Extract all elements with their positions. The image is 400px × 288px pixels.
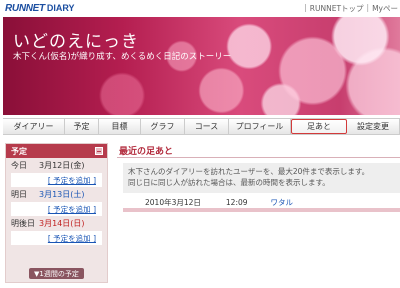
- add-schedule-link[interactable]: [ 予定を追加 ]: [48, 233, 96, 244]
- footprint-row: 2010年3月12日 12:09 ワタル: [123, 196, 400, 212]
- day-label: 明後日: [11, 219, 35, 228]
- day-date: 3月13日(土): [39, 190, 85, 199]
- schedule-day-box: [ 予定を追加 ]: [11, 231, 102, 245]
- footprints-info: 木下さんのダイアリーを訪れたユーザーを、最大20件まで表示します。 同じ日に同じ…: [123, 163, 400, 193]
- diary-subtitle: 木下くん(仮名)が織り成す、めくるめく日記のストーリー: [13, 52, 232, 62]
- schedule-day-tomorrow: 明日 3月13日(土): [6, 187, 107, 202]
- main-nav: ダイアリー 予定 目標 グラフ コース プロフィール 足あと 設定変更: [3, 118, 400, 135]
- schedule-day-box: [ 予定を追加 ]: [11, 202, 102, 216]
- schedule-panel-title: 予定: [11, 147, 27, 156]
- add-schedule-link[interactable]: [ 予定を追加 ]: [48, 175, 96, 186]
- visitor-link[interactable]: ワタル: [271, 197, 294, 208]
- tab-diary[interactable]: ダイアリー: [3, 119, 65, 134]
- runnet-top-link[interactable]: RUNNETトップ: [310, 3, 364, 14]
- divider: [117, 157, 400, 158]
- day-label: 今日: [11, 161, 27, 170]
- footprints-panel: 最近の足あと 木下さんのダイアリーを訪れたユーザーを、最大20件まで表示します。…: [115, 141, 400, 288]
- diary-banner: いどのえにっき 木下くん(仮名)が織り成す、めくるめく日記のストーリー: [3, 17, 400, 115]
- logo-sub: DIARY: [46, 3, 75, 13]
- add-schedule-link[interactable]: [ 予定を追加 ]: [48, 204, 96, 215]
- schedule-panel: 予定 今日 3月12日(金) [ 予定を追加 ] 明日 3月13日(土) [ 予…: [5, 143, 108, 283]
- visit-date: 2010年3月12日: [145, 197, 201, 207]
- info-line: 同じ日に同じ人が訪れた場合は、最新の時間を表示します。: [128, 178, 330, 187]
- tab-footprints[interactable]: 足あと: [291, 119, 347, 134]
- day-date: 3月12日(金): [39, 161, 85, 170]
- schedule-day-today: 今日 3月12日(金): [6, 158, 107, 173]
- week-schedule-button[interactable]: ▼1週間の予定: [29, 268, 84, 279]
- tab-goal[interactable]: 目標: [99, 119, 141, 134]
- my-page-link[interactable]: Myペー: [372, 3, 398, 14]
- day-label: 明日: [11, 190, 27, 199]
- schedule-day-box: [ 予定を追加 ]: [11, 173, 102, 187]
- schedule-panel-header: 予定: [6, 144, 107, 158]
- tab-profile[interactable]: プロフィール: [229, 119, 291, 134]
- tab-settings[interactable]: 設定変更: [347, 119, 400, 134]
- top-bar: RUNNET DIARY | RUNNETトップ | Myペー: [0, 0, 400, 16]
- schedule-day-after-tomorrow: 明後日 3月14日(日): [6, 216, 107, 231]
- diary-title[interactable]: いどのえにっき: [13, 27, 139, 52]
- footprints-title: 最近の足あと: [119, 147, 174, 157]
- runnet-diary-logo[interactable]: RUNNET DIARY: [5, 2, 75, 14]
- day-date: 3月14日(日): [39, 219, 85, 228]
- info-line: 木下さんのダイアリーを訪れたユーザーを、最大20件まで表示します。: [128, 167, 370, 176]
- logo-text: RUNNET: [5, 2, 45, 14]
- header-links: | RUNNETトップ | Myペー: [304, 3, 398, 14]
- visit-time: 12:09: [225, 197, 248, 207]
- tab-course[interactable]: コース: [185, 119, 229, 134]
- tab-graph[interactable]: グラフ: [141, 119, 185, 134]
- collapse-icon[interactable]: [95, 147, 103, 155]
- tab-schedule[interactable]: 予定: [65, 119, 99, 134]
